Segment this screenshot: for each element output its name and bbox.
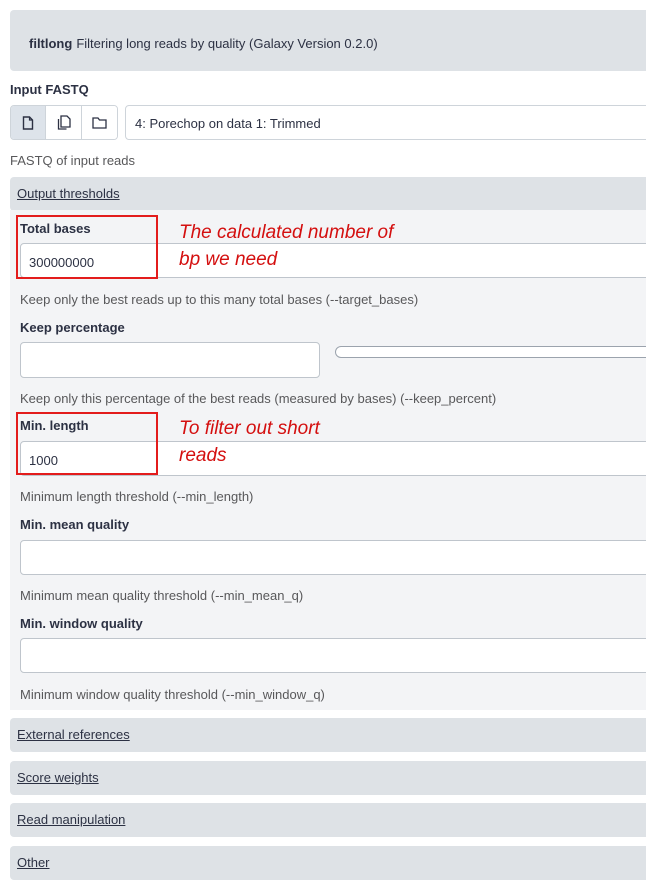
min-window-quality-help: Minimum window quality threshold (--min_… xyxy=(20,687,325,702)
section-other[interactable]: Other xyxy=(10,846,646,880)
keep-percentage-slider[interactable] xyxy=(335,346,646,358)
multiple-datasets-button[interactable] xyxy=(46,106,82,139)
min-length-annotation: To filter out short reads xyxy=(179,418,320,466)
min-mean-quality-help: Minimum mean quality threshold (--min_me… xyxy=(20,588,304,603)
section-other-label: Other xyxy=(17,855,50,870)
min-length-highlight xyxy=(16,412,158,475)
section-external-references[interactable]: External references xyxy=(10,718,646,752)
min-window-quality-label: Min. window quality xyxy=(20,616,143,631)
section-output-thresholds-label: Output thresholds xyxy=(17,186,120,201)
single-dataset-button[interactable] xyxy=(11,106,47,139)
input-fastq-help: FASTQ of input reads xyxy=(10,153,136,168)
input-source-buttons xyxy=(10,105,118,140)
section-external-references-label: External references xyxy=(17,727,130,742)
file-icon xyxy=(22,115,34,130)
min-mean-quality-label: Min. mean quality xyxy=(20,517,130,532)
total-bases-highlight xyxy=(16,215,158,279)
folder-icon xyxy=(92,117,107,129)
section-score-weights-label: Score weights xyxy=(17,770,99,785)
files-icon xyxy=(57,115,71,130)
tool-name: filtlong xyxy=(29,36,73,51)
total-bases-annotation: The calculated number of bp we need xyxy=(179,222,394,270)
dataset-collection-button[interactable] xyxy=(81,106,117,139)
tool-description: Filtering long reads by quality (Galaxy … xyxy=(76,36,378,51)
input-fastq-select[interactable]: 4: Porechop on data 1: Trimmed xyxy=(125,105,646,140)
tool-title: filtlong Filtering long reads by quality … xyxy=(29,36,378,51)
input-fastq-label: Input FASTQ xyxy=(10,82,89,97)
min-mean-quality-input[interactable] xyxy=(20,540,646,575)
min-window-quality-input[interactable] xyxy=(20,638,646,673)
total-bases-help: Keep only the best reads up to this many… xyxy=(20,292,419,307)
tool-header: filtlong Filtering long reads by quality … xyxy=(10,10,646,71)
section-read-manipulation-label: Read manipulation xyxy=(17,812,126,827)
section-read-manipulation[interactable]: Read manipulation xyxy=(10,803,646,837)
section-output-thresholds[interactable]: Output thresholds xyxy=(10,177,646,211)
section-score-weights[interactable]: Score weights xyxy=(10,761,646,795)
keep-percentage-help: Keep only this percentage of the best re… xyxy=(20,391,497,406)
keep-percentage-input[interactable] xyxy=(20,342,320,378)
keep-percentage-label: Keep percentage xyxy=(20,320,125,335)
min-length-help: Minimum length threshold (--min_length) xyxy=(20,489,254,504)
